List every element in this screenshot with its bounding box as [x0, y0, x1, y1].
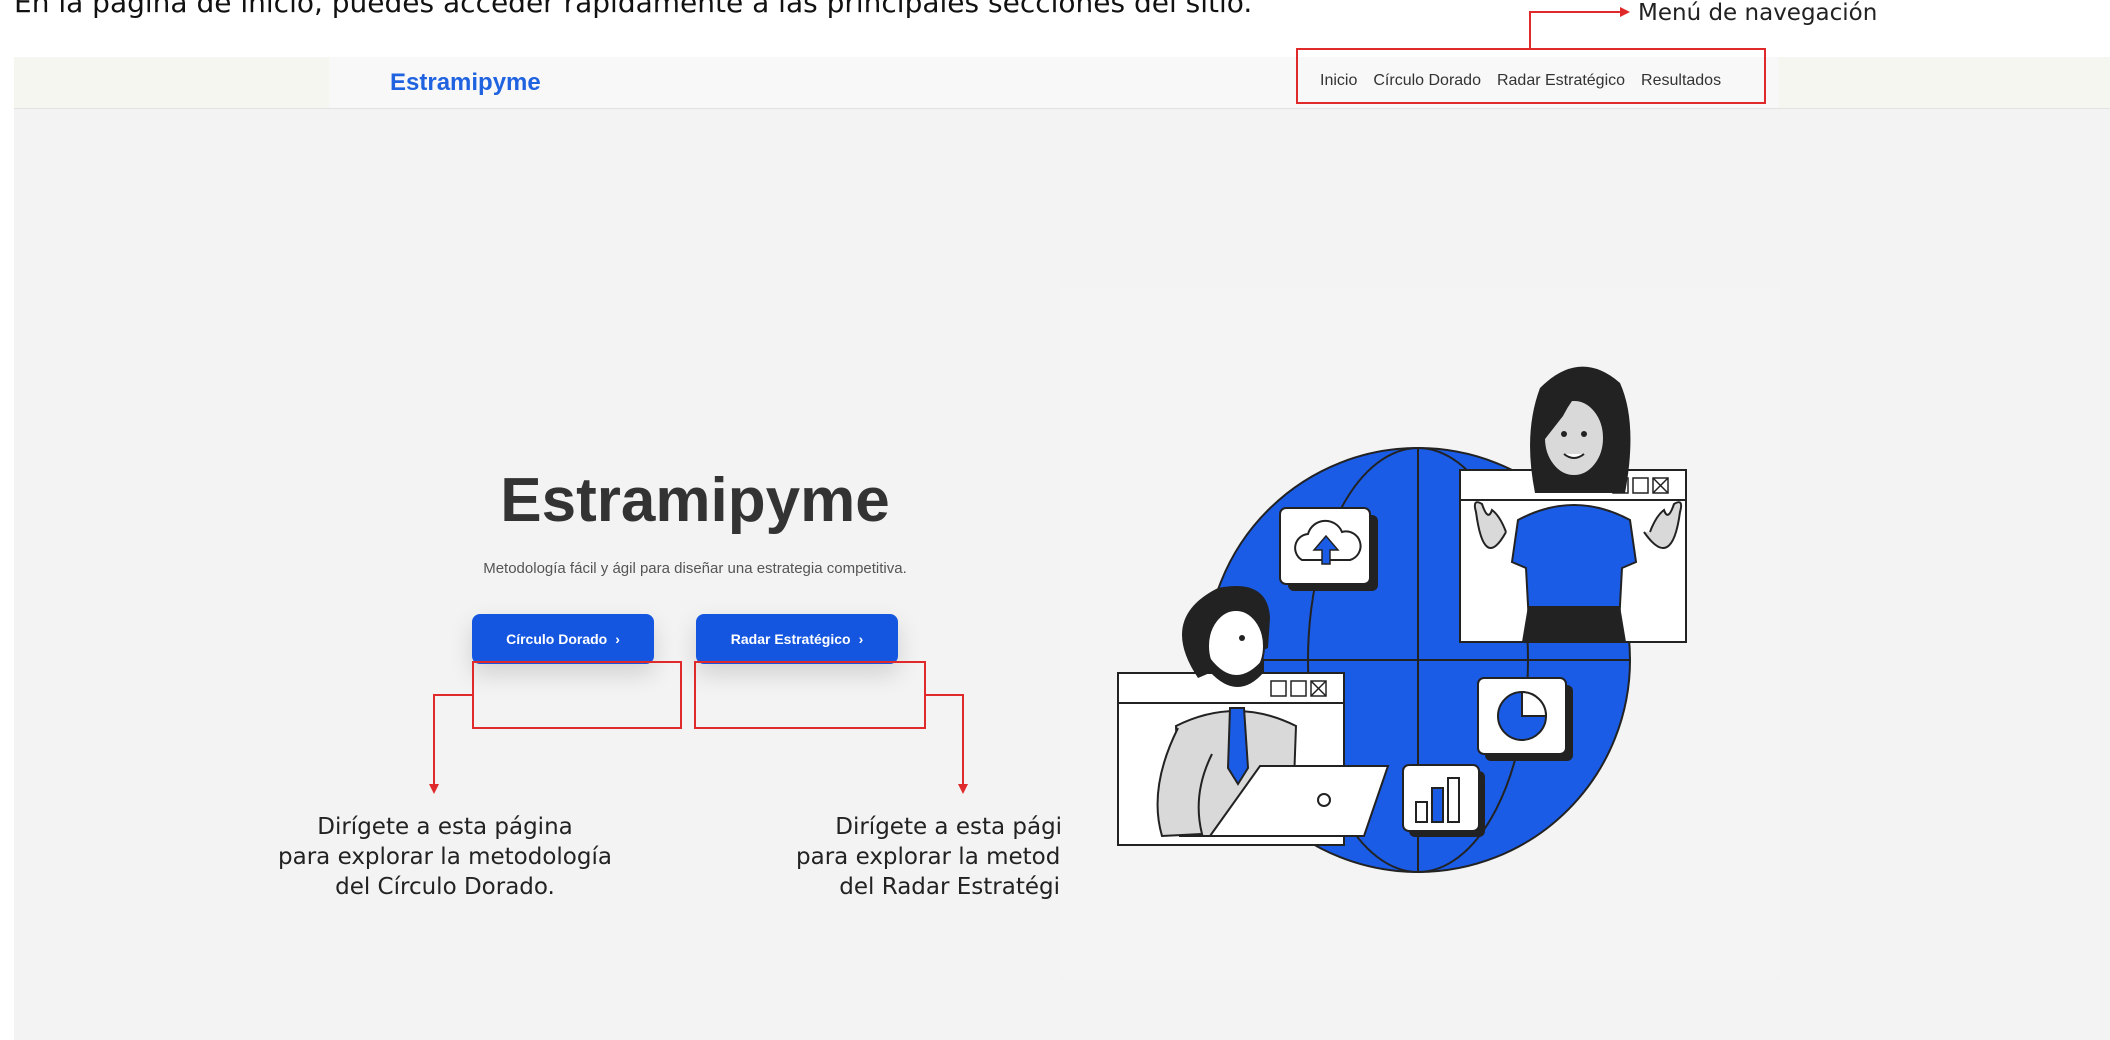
woman-window: [1459, 366, 1687, 643]
window-controls-icon: [1270, 680, 1327, 697]
menu-annotation: Menú de navegación: [1638, 0, 1878, 26]
bar-chart-icon: [1402, 764, 1485, 837]
circulo-arrow-line: [433, 694, 472, 786]
circulo-annotation-line: para explorar la metodología: [278, 844, 612, 870]
menu-arrow-line: [1529, 11, 1622, 48]
circulo-annotation-line: del Círculo Dorado.: [335, 874, 555, 900]
menu-arrow-head: [1620, 7, 1630, 17]
hero-illustration: [1060, 288, 1780, 978]
circulo-arrow-head: [429, 784, 439, 794]
circulo-annotation: Dirígete a esta página para explorar la …: [265, 812, 625, 902]
radar-arrow-head: [958, 784, 968, 794]
radar-arrow-line: [926, 694, 964, 786]
illustration-svg: [1117, 366, 1687, 873]
cloud-upload-icon: [1279, 507, 1378, 591]
circulo-annotation-line: Dirígete a esta página: [317, 814, 573, 840]
pie-chart-icon: [1477, 677, 1573, 761]
